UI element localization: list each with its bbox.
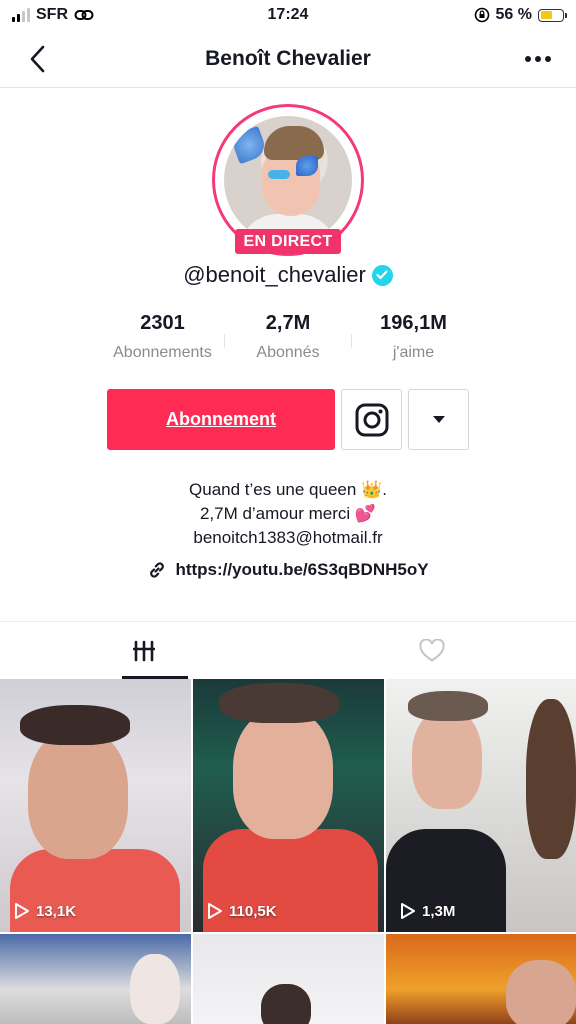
signal-icon (12, 8, 30, 22)
view-count: 110,5K (207, 902, 277, 920)
stat-label: Abonnés (256, 344, 320, 361)
video-thumbnail[interactable] (386, 934, 576, 1024)
status-bar: SFR 17:24 56 % (0, 0, 576, 30)
grid-icon (133, 640, 155, 661)
handle-row: @benoit_chevalier (0, 260, 576, 290)
play-icon (208, 903, 222, 919)
avatar (224, 116, 352, 244)
stat-value: 196,1M (380, 312, 447, 334)
bio-link-text[interactable]: https://youtu.be/6S3qBDNH5oY (175, 560, 428, 580)
heart-icon (419, 638, 445, 662)
view-count: 13,1K (14, 902, 76, 920)
video-grid: 13,1K 110,5K 1,3M (0, 679, 576, 1024)
play-icon (401, 903, 415, 919)
butterfly-decoration (296, 156, 318, 176)
instagram-button[interactable] (341, 389, 402, 450)
bio-line: Quand t’es une queen 👑. (189, 480, 387, 499)
video-thumbnail[interactable]: 110,5K (193, 679, 384, 932)
stat-likes: 196,1M j'aime (351, 312, 476, 362)
bio-line: 2,7M d’amour merci 💕 (199, 504, 377, 523)
view-count: 1,3M (400, 902, 455, 920)
link-chain-icon (74, 10, 94, 20)
link-icon (150, 562, 165, 578)
stat-value: 2,7M (265, 312, 311, 334)
chevron-left-icon (30, 45, 45, 72)
tab-liked[interactable] (288, 622, 576, 679)
bio-link[interactable]: https://youtu.be/6S3qBDNH5oY (0, 560, 576, 580)
video-thumbnail[interactable]: 13,1K (0, 679, 191, 932)
battery-icon (538, 8, 567, 22)
stat-label: Abonnements (113, 344, 212, 361)
content-tabs (0, 621, 576, 679)
more-dots-icon (525, 55, 551, 62)
page-title: Benoît Chevalier (205, 46, 371, 70)
status-right: 56 % (474, 6, 567, 24)
instagram-icon (355, 403, 388, 436)
video-thumbnail[interactable] (0, 934, 191, 1024)
status-left: SFR (12, 6, 94, 24)
stat-value: 2301 (140, 312, 185, 334)
dropdown-button[interactable] (408, 389, 469, 450)
butterfly-decoration (229, 125, 269, 165)
follow-button[interactable]: Abonnement (107, 389, 335, 450)
verified-badge-icon (371, 264, 393, 286)
bio-email: benoitch1383@hotmail.fr (193, 528, 383, 547)
stat-following[interactable]: 2301 Abonnements (100, 312, 225, 362)
nav-bar: Benoît Chevalier (0, 30, 576, 88)
stat-divider (351, 334, 352, 348)
stat-label: j'aime (392, 344, 435, 361)
caret-down-icon (432, 416, 445, 423)
profile-actions: Abonnement (107, 389, 469, 450)
video-thumbnail[interactable] (193, 934, 384, 1024)
username-handle: @benoit_chevalier (183, 262, 366, 287)
live-badge[interactable]: EN DIRECT (235, 229, 341, 254)
carrier-label: SFR (36, 6, 68, 23)
play-icon (15, 903, 29, 919)
more-options-button[interactable] (518, 39, 558, 79)
battery-percent: 56 % (495, 6, 532, 23)
stat-followers[interactable]: 2,7M Abonnés (226, 312, 351, 362)
profile-stats: 2301 Abonnements 2,7M Abonnés 196,1M j'a… (100, 312, 476, 362)
profile-bio: Quand t’es une queen 👑. 2,7M d’amour mer… (0, 478, 576, 550)
video-thumbnail[interactable]: 1,3M (386, 679, 576, 932)
back-button[interactable] (18, 39, 58, 79)
tab-videos[interactable] (0, 622, 288, 679)
orientation-lock-icon (474, 7, 489, 23)
stat-divider (224, 334, 225, 348)
